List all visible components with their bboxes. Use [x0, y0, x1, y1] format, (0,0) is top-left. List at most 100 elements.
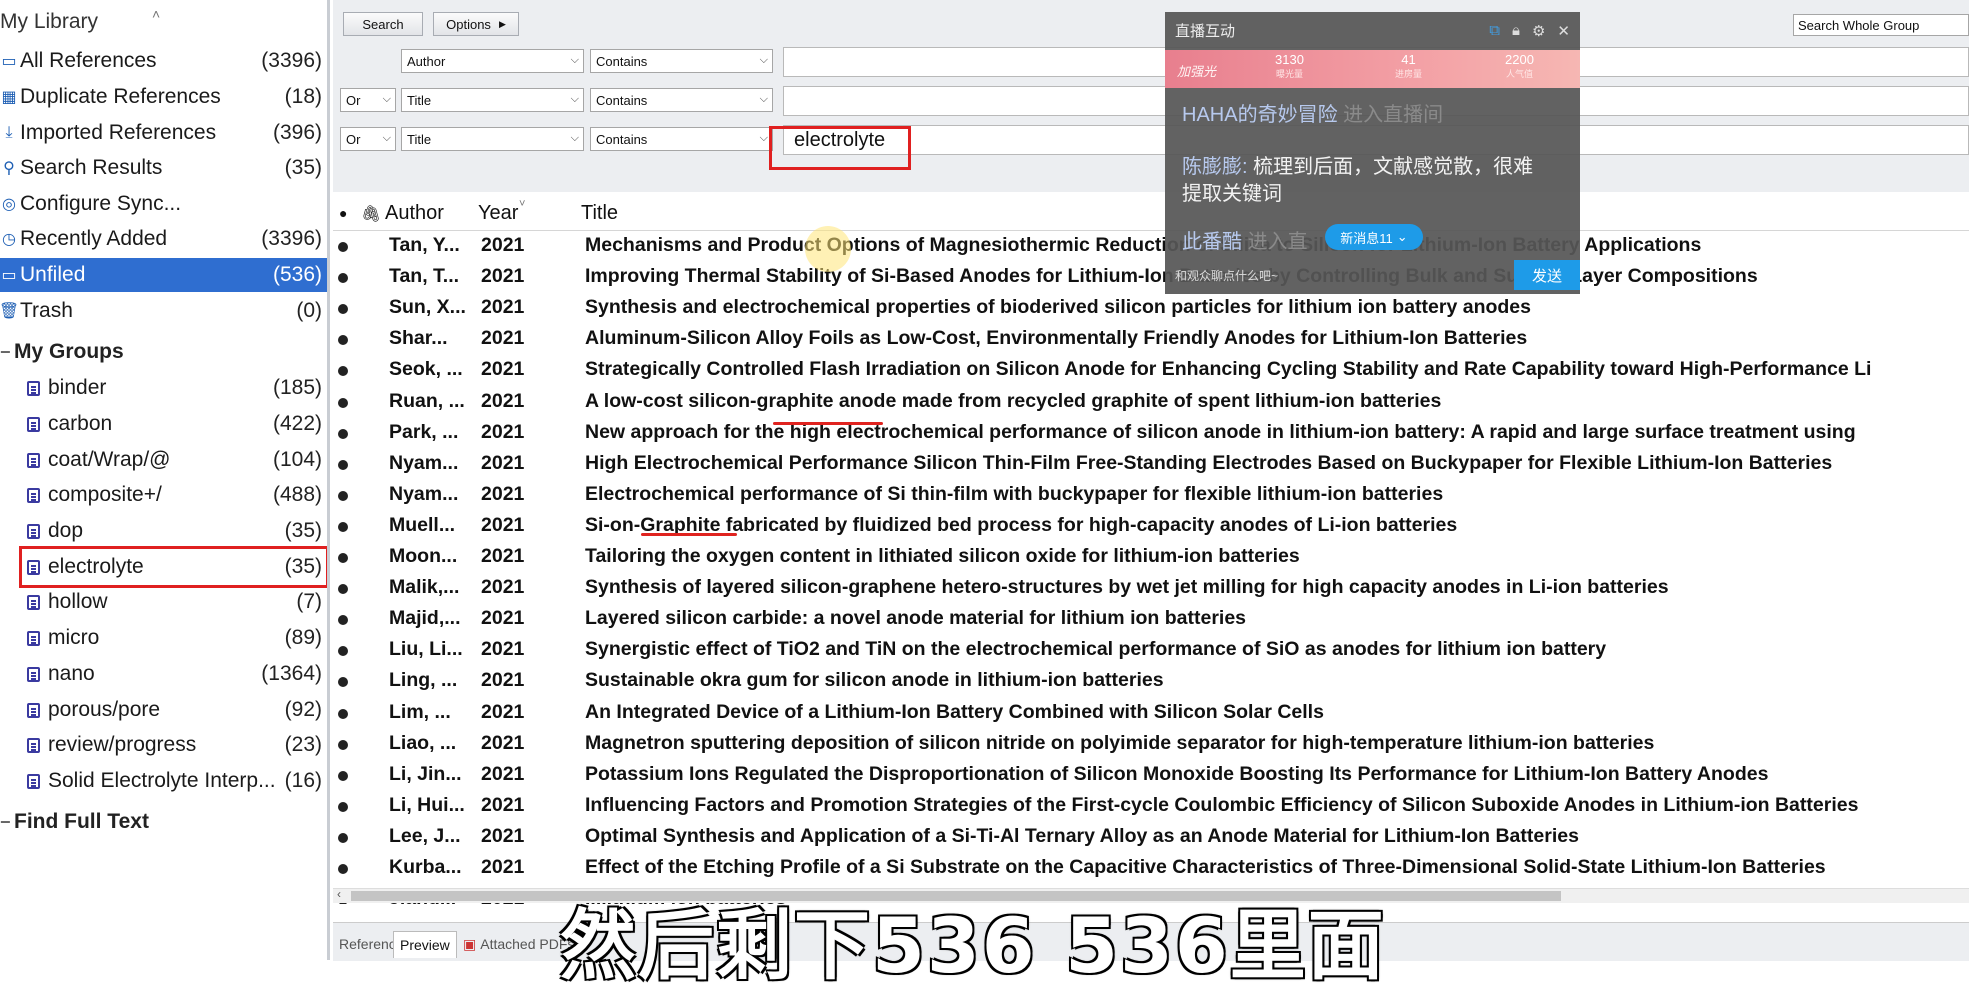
- cell-year: 2021: [481, 482, 525, 505]
- table-row[interactable]: Lee, J... 2021 Optimal Synthesis and Appli…: [333, 823, 1969, 854]
- table-row[interactable]: Ling, ... 2021 Sustainable okra gum for si…: [333, 667, 1969, 698]
- new-messages-button[interactable]: 新消息11 ⌄: [1325, 224, 1423, 250]
- collapse-icon[interactable]: −: [0, 342, 11, 363]
- operator-value: Contains: [596, 92, 648, 108]
- column-title[interactable]: Title: [581, 202, 618, 225]
- table-row[interactable]: Kurba... 2021 Effect of the Etching Profil…: [333, 854, 1969, 885]
- sort-indicator-icon: ˅: [519, 198, 526, 210]
- group-item-hollow[interactable]: hollow (7): [22, 585, 327, 619]
- collapse-icon[interactable]: −: [0, 812, 11, 833]
- group-item-composite[interactable]: composite+/ (488): [22, 478, 327, 512]
- attachment-column-icon[interactable]: 🖇: [361, 204, 381, 224]
- chat-input[interactable]: 和观众聊点什么吧~: [1175, 267, 1278, 284]
- column-author[interactable]: Author: [385, 202, 444, 225]
- cell-author: Ling, ...: [389, 669, 458, 692]
- group-item-sei[interactable]: Solid Electrolyte Interp... (16): [22, 764, 327, 798]
- cell-year: 2021: [481, 856, 525, 878]
- unread-dot-icon: [338, 304, 348, 315]
- table-row[interactable]: Ruan, ... 2021 A low-cost silicon-graphite…: [333, 388, 1969, 419]
- overlay-toolbar: ⧉ 🔒︎ ⚙ ✕: [1489, 22, 1570, 40]
- group-item-binder[interactable]: binder (185): [22, 371, 327, 405]
- group-item-coat-wrap[interactable]: coat/Wrap/@ (104): [22, 443, 327, 477]
- sync-icon: ◎: [2, 196, 16, 213]
- group-item-nano[interactable]: nano (1364): [22, 657, 327, 691]
- chevron-down-icon: ⌵: [382, 93, 391, 105]
- send-button[interactable]: 发送: [1514, 260, 1580, 290]
- unread-dot-icon: [338, 832, 348, 843]
- lock-icon[interactable]: 🔒︎: [1512, 22, 1520, 40]
- unread-dot-icon: [338, 739, 348, 750]
- group-item-dop[interactable]: dop (35): [22, 514, 327, 548]
- gear-icon[interactable]: ⚙: [1532, 22, 1545, 40]
- close-icon[interactable]: ✕: [1557, 22, 1570, 40]
- field-select-2[interactable]: Title ⌵: [401, 88, 584, 112]
- group-icon: [22, 557, 44, 577]
- search-button[interactable]: Search: [343, 12, 423, 36]
- group-item-electrolyte[interactable]: electrolyte (35): [22, 550, 327, 584]
- sidebar-item-configure-sync[interactable]: ◎ Configure Sync...: [0, 187, 327, 221]
- sidebar-item-all-references[interactable]: ▭ All References (3396): [0, 44, 327, 78]
- mouse-cursor-highlight: [805, 226, 851, 272]
- table-row[interactable]: Shar... 2021 Aluminum-Silicon Alloy Foils …: [333, 325, 1969, 356]
- table-row[interactable]: Nyam... 2021 High Electrochemical Performa…: [333, 450, 1969, 481]
- table-row[interactable]: Seok, ... 2021 Strategically Controlled Fl…: [333, 356, 1969, 387]
- table-row[interactable]: Malik,... 2021 Synthesis of layered silico…: [333, 574, 1969, 605]
- chat-user: HAHA的奇妙冒险: [1182, 104, 1338, 126]
- table-row[interactable]: Nyam... 2021 Electrochemical performance o…: [333, 481, 1969, 512]
- table-row[interactable]: Moon... 2021 Tailoring the oxygen content …: [333, 543, 1969, 574]
- duplicate-icon: ▦: [1, 89, 17, 106]
- table-row[interactable]: Park, ... 2021 New approach for the high e…: [333, 419, 1969, 450]
- scroll-left-icon[interactable]: ‹: [337, 887, 341, 901]
- table-row[interactable]: Tan, Y... 2021 Mechanisms and Product Opti…: [333, 232, 1969, 263]
- table-row[interactable]: Li, Hui... 2021 Influencing Factors and Pr…: [333, 792, 1969, 823]
- table-row[interactable]: Lim, ... 2021 An Integrated Device of a Li…: [333, 699, 1969, 730]
- cell-author: Nyam...: [389, 451, 459, 474]
- operator-select-1[interactable]: Contains ⌵: [590, 49, 773, 73]
- table-row[interactable]: Tan, T... 2021 Improving Thermal Stability…: [333, 263, 1969, 294]
- find-full-text-header[interactable]: − Find Full Text: [0, 810, 149, 834]
- unread-dot-icon: [338, 428, 348, 439]
- operator-value: Contains: [596, 131, 648, 147]
- table-row[interactable]: Muell... 2021 Si-on-Graphite fabricated by…: [333, 512, 1969, 543]
- chevron-down-icon: ⌵: [382, 132, 391, 144]
- field-value: Author: [407, 53, 446, 69]
- sidebar-item-trash[interactable]: 🗑 Trash (0): [0, 294, 327, 328]
- annotation-underline: [773, 422, 883, 425]
- bool-select-2[interactable]: Or ⌵: [340, 88, 396, 112]
- pdf-icon: ▣: [463, 935, 477, 952]
- sidebar-item-imported-references[interactable]: ⤓ Imported References (396): [0, 116, 327, 150]
- field-select-3[interactable]: Title ⌵: [401, 127, 584, 151]
- cell-title: Strategically Controlled Flash Irradiati…: [585, 358, 1872, 381]
- cell-title: Sustainable okra gum for silicon anode i…: [585, 669, 1164, 692]
- group-item-micro[interactable]: micro (89): [22, 621, 327, 655]
- group-item-review[interactable]: review/progress (23): [22, 728, 327, 762]
- tab-preview[interactable]: Preview: [393, 931, 457, 958]
- read-status-column-icon[interactable]: ●: [339, 205, 347, 221]
- table-row[interactable]: Majid,... 2021 Layered silicon carbide: a …: [333, 605, 1969, 636]
- window-icon[interactable]: ⧉: [1489, 22, 1500, 40]
- operator-select-2[interactable]: Contains ⌵: [590, 88, 773, 112]
- stat-label: 人气值: [1505, 69, 1533, 79]
- bool-select-3[interactable]: Or ⌵: [340, 127, 396, 151]
- cell-author: Malik,...: [389, 576, 460, 599]
- sidebar-item-duplicate-references[interactable]: ▦ Duplicate References (18): [0, 80, 327, 114]
- group-item-porous[interactable]: porous/pore (92): [22, 693, 327, 727]
- table-row[interactable]: Sun, X... 2021 Synthesis and electrochemic…: [333, 294, 1969, 325]
- collapse-icon[interactable]: ˄: [152, 6, 160, 22]
- operator-select-3[interactable]: Contains ⌵: [590, 127, 773, 151]
- my-library-header[interactable]: My Library: [0, 10, 98, 34]
- group-icon: [22, 771, 44, 791]
- sidebar-item-search-results[interactable]: ⚲ Search Results (35): [0, 151, 327, 185]
- table-row[interactable]: Liu, Li... 2021 Synergistic effect of TiO2…: [333, 636, 1969, 667]
- search-scope-select[interactable]: Search Whole Group: [1793, 14, 1969, 36]
- my-groups-header[interactable]: − My Groups: [0, 340, 124, 364]
- table-row[interactable]: Li, Jin... 2021 Potassium Ions Regulated t…: [333, 761, 1969, 792]
- sidebar-item-unfiled[interactable]: ▭ Unfiled (536): [0, 258, 327, 292]
- field-select-1[interactable]: Author ⌵: [401, 49, 584, 73]
- table-row[interactable]: Liao, ... 2021 Magnetron sputtering deposi…: [333, 730, 1969, 761]
- sidebar-item-recently-added[interactable]: ◷ Recently Added (3396): [0, 222, 327, 256]
- column-year[interactable]: Year: [478, 202, 518, 225]
- options-button[interactable]: Options ▶: [433, 12, 519, 36]
- group-item-carbon[interactable]: carbon (422): [22, 407, 327, 441]
- group-icon: [22, 700, 44, 720]
